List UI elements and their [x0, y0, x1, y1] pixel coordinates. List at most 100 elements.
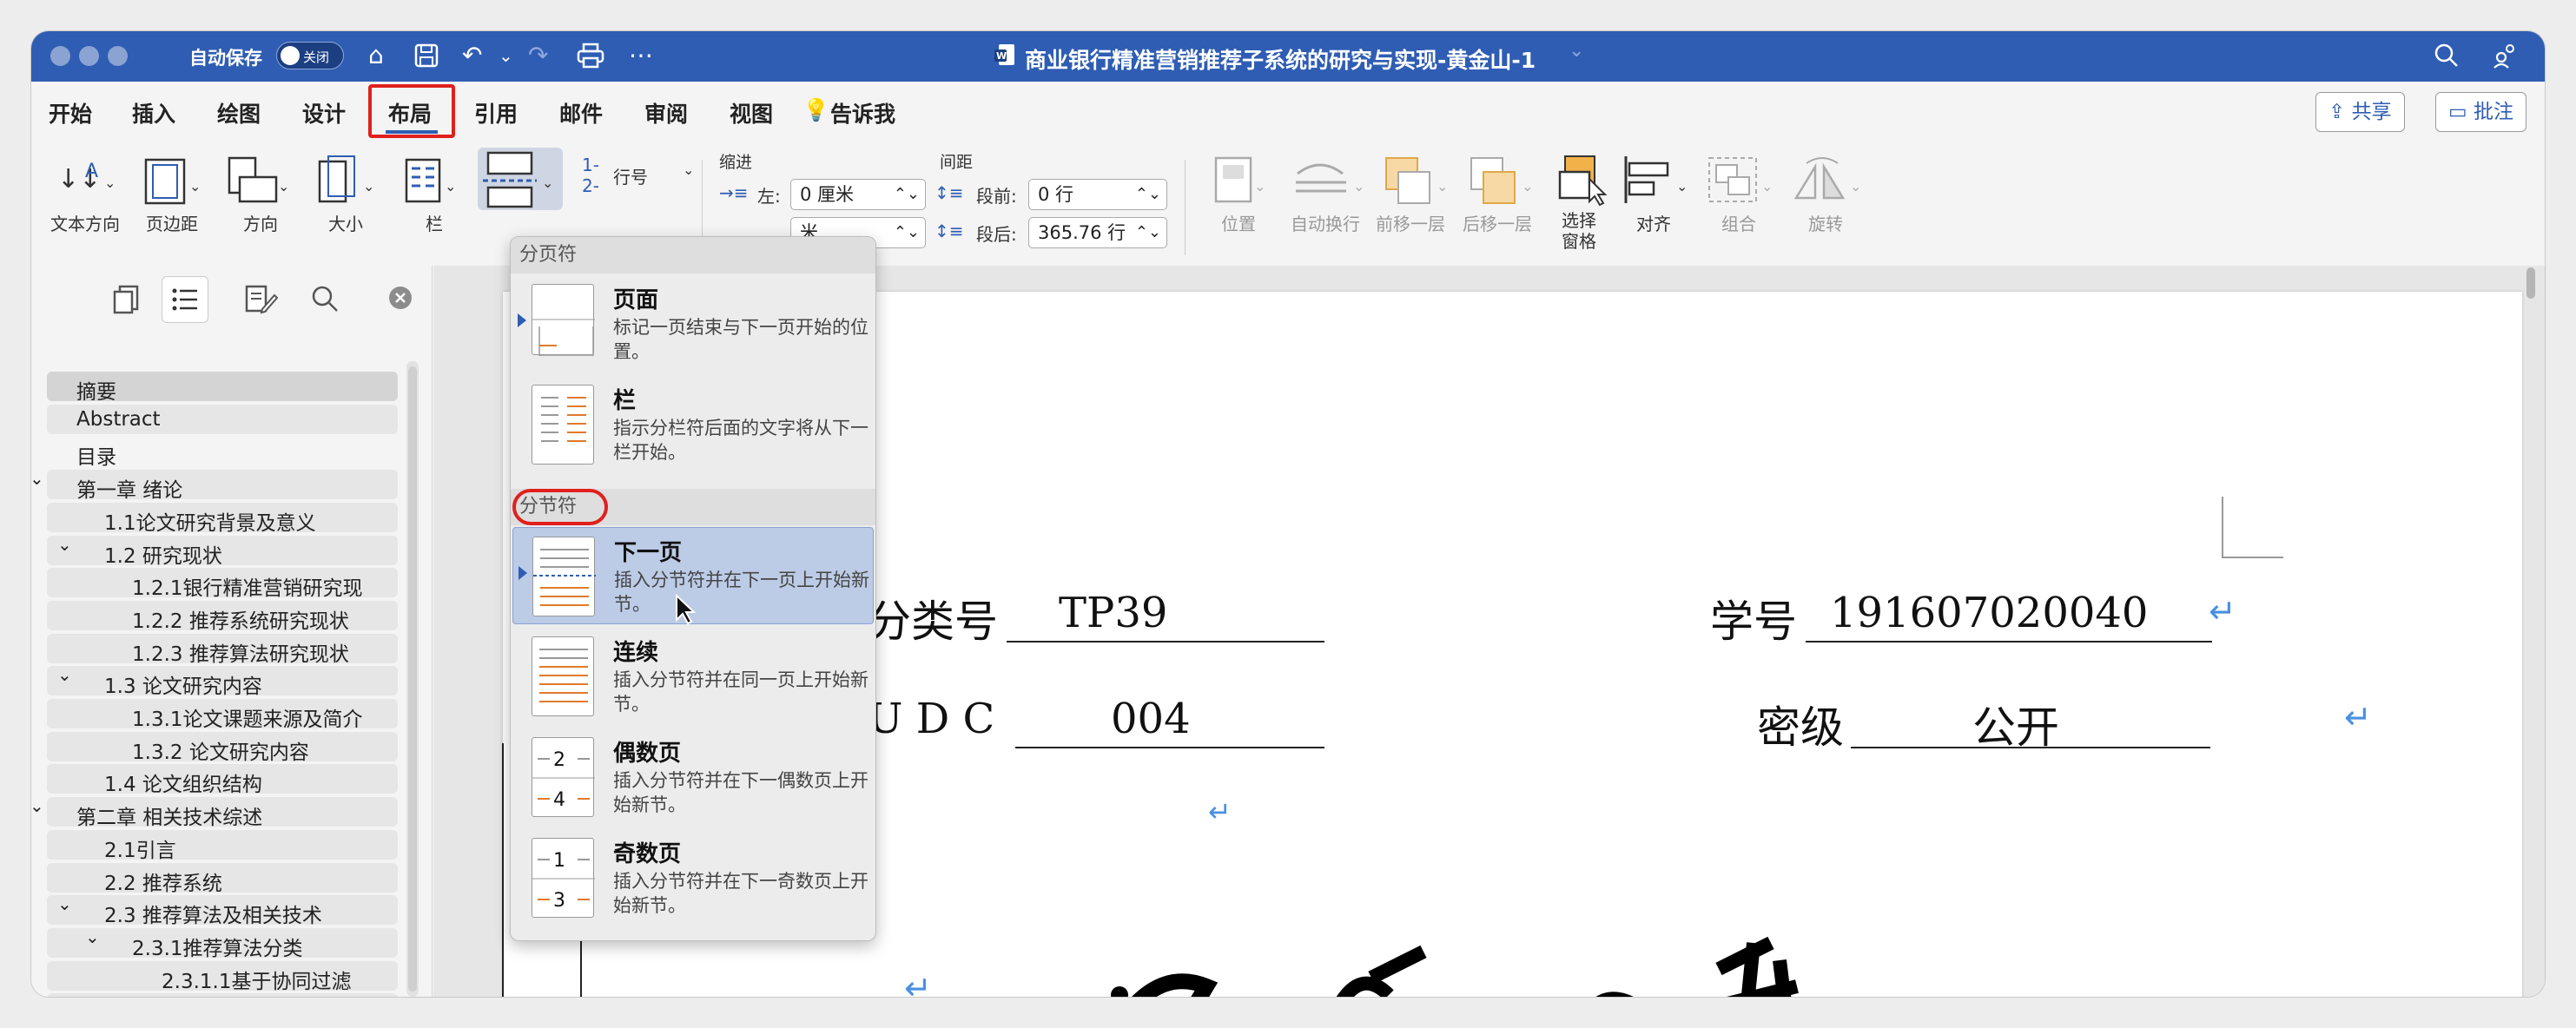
wrap-text-icon[interactable]: ⌄ [1289, 153, 1372, 207]
nav-item-row[interactable] [47, 535, 398, 565]
position-icon[interactable]: ⌄ [1204, 153, 1273, 207]
nav-heading-label[interactable]: 第一章 绪论 [76, 473, 182, 503]
odd-page-section-break-item[interactable]: 13 奇数页 插入分节符并在下一奇数页上开始新节。 [512, 829, 874, 926]
close-window-button[interactable] [50, 46, 70, 66]
indent-left-stepper-icon[interactable]: ⌃⌄ [894, 180, 920, 209]
nav-item-row[interactable] [47, 829, 398, 860]
nav-heading-label[interactable]: 1.1论文研究背景及意义 [104, 506, 316, 536]
even-page-section-break-item[interactable]: 24 偶数页 插入分节符并在下一偶数页上开始新节。 [512, 728, 874, 826]
home-icon[interactable]: ⌂ [368, 40, 384, 71]
selection-pane-icon[interactable] [1555, 153, 1615, 207]
svg-text:⌄: ⌄ [104, 175, 116, 191]
undo-icon[interactable]: ↶ [462, 40, 482, 71]
spacing-before-field[interactable]: 0 行 ⌃⌄ [1028, 179, 1167, 210]
tab-insert[interactable]: 插入 [132, 97, 175, 128]
more-icon[interactable]: ⋯ [629, 40, 653, 71]
send-backward-icon[interactable]: ⌄ [1463, 153, 1541, 207]
spacing-after-stepper-icon[interactable]: ⌃⌄ [1135, 218, 1161, 247]
columns-icon[interactable]: ⌄ [401, 153, 459, 207]
expand-chevron-icon[interactable]: ⌄ [57, 893, 72, 914]
nav-heading-label[interactable]: 1.2.2 推荐系统研究现状 [132, 604, 349, 634]
indent-right-stepper-icon[interactable]: ⌃⌄ [894, 218, 920, 247]
nav-heading-label[interactable]: 2.2 推荐系统 [104, 867, 222, 896]
tab-layout[interactable]: 布局 [388, 97, 432, 128]
word-doc-icon: W [994, 43, 1016, 74]
nav-heading-label[interactable]: 2.3.1推荐算法分类 [132, 932, 303, 961]
expand-chevron-icon[interactable]: ⌄ [57, 664, 72, 685]
expand-chevron-icon[interactable]: ⌄ [31, 795, 44, 816]
nav-item-row[interactable] [47, 862, 398, 893]
print-icon[interactable] [577, 40, 604, 71]
tab-references[interactable]: 引用 [474, 97, 518, 128]
tab-mailings[interactable]: 邮件 [559, 97, 603, 128]
line-numbers-icon[interactable]: 1- 2- [573, 155, 608, 208]
page-breaks-header: 分页符 [511, 237, 875, 273]
edit-icon[interactable] [243, 283, 279, 322]
share-icon: ⇪ [2328, 101, 2352, 123]
continuous-section-break-item[interactable]: 连续 插入分节符并在同一页上开始新节。 [512, 628, 874, 725]
save-icon[interactable] [413, 40, 439, 71]
tell-me[interactable]: 告诉我 [830, 97, 895, 128]
account-icon[interactable] [2491, 40, 2519, 71]
nav-heading-label[interactable]: 1.2 研究现状 [104, 539, 222, 569]
spacing-after-field[interactable]: 365.76 行 ⌃⌄ [1028, 217, 1167, 248]
nav-heading-label[interactable]: 1.2.1银行精准营销研究现 [132, 571, 363, 601]
nav-heading-label[interactable]: Abstract [76, 408, 161, 431]
page-break-item[interactable]: 页面 标记一页结束与下一页开始的位置。 [512, 275, 874, 372]
nav-heading-label[interactable]: 1.3 论文研究内容 [104, 669, 262, 699]
nav-scroll-thumb[interactable] [408, 366, 417, 992]
comments-button[interactable]: ▭ 批注 [2435, 92, 2527, 132]
search-icon[interactable] [2434, 40, 2460, 71]
rotate-icon[interactable]: ⌄ [1789, 153, 1867, 207]
nav-heading-label[interactable]: 1.2.3 推荐算法研究现状 [132, 637, 349, 667]
zoom-window-button[interactable] [108, 46, 128, 66]
orientation-icon[interactable]: ⌄ [224, 153, 290, 207]
document-scrollbar[interactable] [2524, 266, 2538, 997]
line-numbers-label[interactable]: 行号 [613, 163, 648, 188]
nav-heading-label[interactable]: 2.3 推荐算法及相关技术 [104, 899, 322, 928]
minimize-window-button[interactable] [79, 46, 99, 66]
indent-left-field[interactable]: 0 厘米 ⌃⌄ [790, 179, 926, 210]
tab-draw[interactable]: 绘图 [217, 97, 261, 128]
expand-chevron-icon[interactable]: ⌄ [85, 926, 100, 947]
align-icon[interactable]: ⌄ [1619, 153, 1694, 207]
nav-heading-label[interactable]: 1.3.1论文课题来源及简介 [132, 702, 363, 732]
expand-chevron-icon[interactable]: ⌄ [57, 534, 72, 555]
text-direction-icon[interactable]: ↓↓ A ⌄ [50, 153, 120, 207]
close-pane-icon[interactable] [387, 283, 413, 319]
tab-review[interactable]: 审阅 [644, 97, 688, 128]
nav-heading-label[interactable]: 目录 [76, 440, 116, 470]
column-break-item[interactable]: 栏 指示分栏符后面的文字将从下一栏开始。 [512, 376, 874, 473]
lightbulb-icon: 💡 [803, 97, 830, 122]
title-chevron-icon[interactable]: ⌄ [1569, 40, 1584, 62]
breaks-icon[interactable]: ⌄ [478, 148, 563, 210]
nav-scrollbar[interactable] [406, 361, 419, 997]
search-icon[interactable] [309, 283, 340, 322]
autosave-toggle[interactable]: 关闭 [276, 42, 344, 69]
tab-view[interactable]: 视图 [730, 97, 773, 128]
nav-heading-label[interactable]: 1.4 论文组织结构 [104, 768, 262, 797]
group-icon[interactable]: ⌄ [1704, 153, 1779, 207]
expand-chevron-icon[interactable]: ⌄ [31, 468, 44, 489]
nav-heading-label[interactable]: 1.3.2 论文研究内容 [132, 735, 309, 765]
nav-heading-label[interactable]: 摘要 [76, 375, 116, 405]
margins-icon[interactable]: ⌄ [141, 153, 205, 207]
wrap-text-label: 自动换行 [1291, 214, 1360, 234]
line-numbers-chevron-icon[interactable]: ⌄ [683, 161, 694, 178]
spacing-before-stepper-icon[interactable]: ⌃⌄ [1135, 180, 1161, 209]
nav-heading-label[interactable]: 第二章 相关技术综述 [76, 801, 262, 830]
share-button[interactable]: ⇪ 共享 [2315, 92, 2405, 132]
next-page-section-break-item[interactable]: 下一页 插入分节符并在下一页上开始新节。 [512, 527, 874, 625]
nav-heading-label[interactable]: 2.1引言 [104, 834, 176, 863]
redo-icon[interactable]: ↷ [528, 40, 548, 71]
tab-design[interactable]: 设计 [302, 97, 346, 128]
tab-home[interactable]: 开始 [49, 97, 92, 128]
doc-scroll-thumb[interactable] [2526, 267, 2535, 299]
size-icon[interactable]: ⌄ [313, 153, 377, 207]
headings-icon[interactable] [162, 276, 208, 323]
page-thumbnails-icon[interactable] [111, 283, 142, 322]
comment-icon: ▭ [2448, 101, 2474, 123]
bring-forward-icon[interactable]: ⌄ [1377, 153, 1456, 207]
undo-dropdown-icon[interactable]: ⌄ [499, 40, 513, 71]
nav-heading-label[interactable]: 2.3.1.1基于协同过滤 [162, 965, 351, 994]
